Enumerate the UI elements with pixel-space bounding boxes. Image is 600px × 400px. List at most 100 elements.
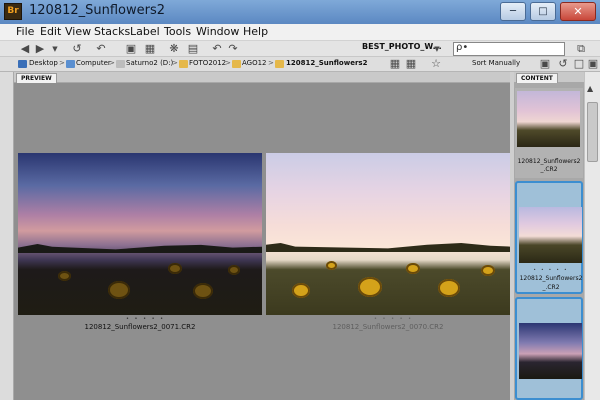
preview-panel: PREVIEW • • • • • 120812_Sunflowers2_007… bbox=[14, 72, 510, 400]
menu-view[interactable]: View bbox=[65, 25, 91, 38]
tab-content[interactable]: CONTENT bbox=[516, 73, 558, 83]
bridge-window: Br 120812_Sunflowers2 ─ □ ✕ File Edit Vi… bbox=[0, 0, 600, 400]
bridge-app-icon: Br bbox=[4, 3, 22, 20]
content-thumbnail-selected[interactable]: • • • • • 120812_Sunflowers2 _.CR2 bbox=[515, 181, 583, 294]
output-icon[interactable]: ▤ bbox=[186, 42, 200, 56]
tab-preview[interactable]: PREVIEW bbox=[16, 73, 57, 83]
crumb-current-folder[interactable]: 120812_Sunflowers2 bbox=[286, 59, 367, 67]
left-panel-gutter bbox=[0, 72, 14, 400]
sunflower bbox=[438, 279, 460, 297]
rotate-icon[interactable]: ↺ bbox=[556, 57, 570, 71]
maximize-button[interactable]: □ bbox=[530, 2, 556, 21]
sunflower bbox=[168, 263, 182, 274]
crumb-foto2012[interactable]: FOTO2012 bbox=[189, 59, 226, 67]
search-icon: ρ• bbox=[456, 42, 469, 53]
sunflower bbox=[108, 281, 130, 299]
minimize-icon: ─ bbox=[509, 6, 517, 17]
workspace-chevron-icon[interactable]: ▼ bbox=[430, 42, 444, 56]
title-bar: Br 120812_Sunflowers2 ─ □ ✕ bbox=[0, 0, 600, 24]
drive-icon bbox=[116, 60, 125, 68]
menu-help[interactable]: Help bbox=[243, 25, 268, 38]
chevron-down-icon[interactable]: ▼ bbox=[48, 42, 62, 56]
rating-dots[interactable]: • • • • • bbox=[517, 267, 585, 272]
folder-icon bbox=[275, 60, 284, 68]
open-recent-icon[interactable]: □ bbox=[572, 57, 586, 71]
thumbnail-grid-icon[interactable]: ▦ bbox=[404, 57, 418, 71]
crumb-ago12[interactable]: AGO12 bbox=[242, 59, 267, 67]
computer-icon bbox=[66, 60, 75, 68]
path-bar: Desktop > Computer > Saturno2 (D:) > FOT… bbox=[0, 56, 600, 72]
preview-image-2[interactable] bbox=[266, 153, 510, 315]
folder-icon bbox=[232, 60, 241, 68]
camera-download-icon[interactable]: ▣ bbox=[124, 42, 138, 56]
sunflower bbox=[481, 265, 495, 276]
menu-file[interactable]: File bbox=[16, 25, 34, 38]
menu-stacks[interactable]: Stacks bbox=[94, 25, 130, 38]
sunflower bbox=[228, 265, 240, 275]
rating-dots[interactable]: • • • • • bbox=[374, 316, 413, 322]
thumbnail-image bbox=[519, 323, 582, 379]
sunflower bbox=[326, 261, 337, 270]
window-title: 120812_Sunflowers2 bbox=[29, 3, 166, 18]
sunflower bbox=[292, 283, 310, 298]
content-scrollbar[interactable]: ▲ bbox=[584, 72, 600, 400]
crumb-desktop[interactable]: Desktop bbox=[29, 59, 58, 67]
sunflower bbox=[58, 271, 71, 281]
toolbar: ◀ ▶ ▼ ↺ ↶ ▣ ▦ ❋ ▤ ↶ ↷ BEST_PHOTO_W... ▼ … bbox=[0, 40, 600, 56]
close-button[interactable]: ✕ bbox=[560, 2, 596, 21]
crumb-computer[interactable]: Computer bbox=[76, 59, 111, 67]
thumbnail-quality-icon[interactable]: ▦ bbox=[388, 57, 402, 71]
back-arrow-icon[interactable]: ◀ bbox=[18, 42, 32, 56]
breadcrumb-separator: > bbox=[268, 59, 274, 67]
sunflower bbox=[193, 283, 213, 299]
menu-label[interactable]: Label bbox=[130, 25, 160, 38]
content-thumbnail[interactable]: 120812_Sunflowers2 _.CR2 bbox=[515, 88, 583, 178]
breadcrumb-separator: > bbox=[225, 59, 231, 67]
thumbnail-filename-ext: _.CR2 bbox=[542, 284, 560, 291]
crumb-drive[interactable]: Saturno2 (D:) bbox=[126, 59, 173, 67]
sunflower bbox=[358, 277, 382, 297]
preview-tab-strip: PREVIEW bbox=[14, 72, 510, 83]
delete-icon[interactable]: ▣ bbox=[586, 57, 600, 71]
breadcrumb-separator: > bbox=[109, 59, 115, 67]
preview-filename-1: 120812_Sunflowers2_0071.CR2 bbox=[84, 323, 196, 331]
history-icon[interactable]: ↺ bbox=[70, 42, 84, 56]
rating-dots[interactable]: • • • • • bbox=[126, 316, 165, 322]
menu-window[interactable]: Window bbox=[196, 25, 239, 38]
preview-image-1[interactable] bbox=[18, 153, 262, 315]
thumbnail-filename: 120812_Sunflowers2 bbox=[517, 158, 581, 165]
refine-icon[interactable]: ▦ bbox=[143, 42, 157, 56]
menu-edit[interactable]: Edit bbox=[40, 25, 61, 38]
breadcrumb-separator: > bbox=[59, 59, 65, 67]
compact-mode-icon[interactable]: ⧉ bbox=[574, 42, 588, 56]
minimize-button[interactable]: ─ bbox=[500, 2, 526, 21]
preview-filename-2: 120812_Sunflowers2_0070.CR2 bbox=[332, 323, 444, 331]
scroll-thumb[interactable] bbox=[587, 102, 598, 162]
thumbnail-filename-ext: _.CR2 bbox=[540, 166, 558, 173]
star-filter-icon[interactable]: ☆ bbox=[429, 57, 443, 71]
tree-silhouette bbox=[18, 244, 262, 253]
thumbnail-image bbox=[517, 91, 580, 147]
thumbnail-filename: 120812_Sunflowers2 bbox=[519, 275, 583, 282]
open-in-camera-raw-icon[interactable]: ❋ bbox=[167, 42, 181, 56]
maximize-icon: □ bbox=[538, 6, 548, 17]
rotate-left-icon[interactable]: ↶ bbox=[210, 42, 224, 56]
new-folder-icon[interactable]: ▣ bbox=[538, 57, 552, 71]
scroll-up-icon[interactable]: ▲ bbox=[587, 84, 593, 93]
tree-silhouette bbox=[266, 243, 510, 252]
sunflower bbox=[406, 263, 420, 274]
close-icon: ✕ bbox=[573, 5, 583, 18]
sort-dropdown[interactable]: Sort Manually bbox=[472, 59, 520, 67]
rotate-right-icon[interactable]: ↷ bbox=[226, 42, 240, 56]
boomerang-icon[interactable]: ↶ bbox=[94, 42, 108, 56]
forward-arrow-icon[interactable]: ▶ bbox=[33, 42, 47, 56]
folder-icon bbox=[179, 60, 188, 68]
menu-tools[interactable]: Tools bbox=[164, 25, 191, 38]
thumbnail-image bbox=[519, 207, 582, 263]
breadcrumb-separator: > bbox=[172, 59, 178, 67]
content-tab-strip: CONTENT bbox=[514, 72, 584, 83]
menu-bar: File Edit View Stacks Label Tools Window… bbox=[0, 24, 600, 40]
content-thumbnail-selected[interactable] bbox=[515, 297, 583, 400]
search-input[interactable]: ρ• bbox=[453, 42, 565, 56]
desktop-icon bbox=[18, 60, 27, 68]
